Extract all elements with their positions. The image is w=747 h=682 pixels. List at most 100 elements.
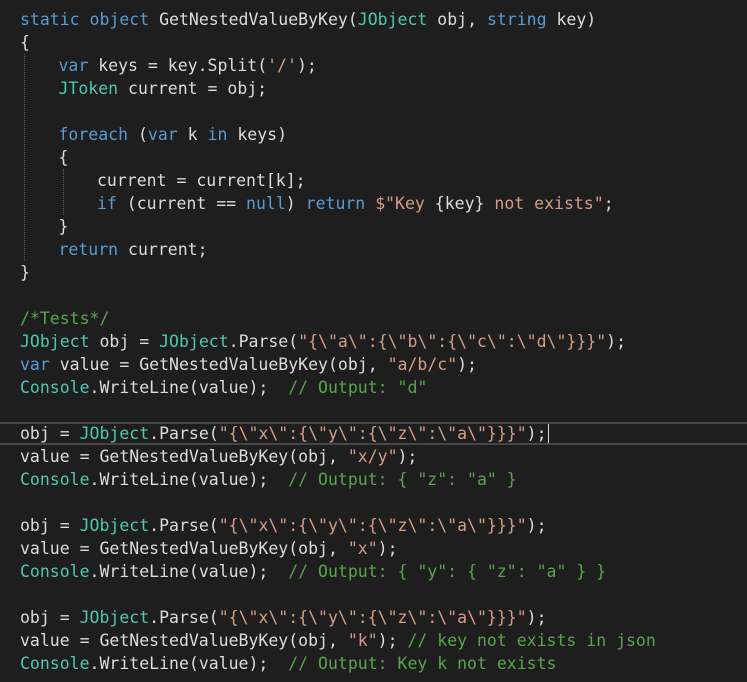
- code-line[interactable]: value = GetNestedValueByKey(obj, "x/y");: [0, 445, 747, 468]
- code-token: // Output: "d": [288, 378, 428, 397]
- code-token: .Parse(: [228, 332, 299, 351]
- code-token: {: [58, 148, 69, 167]
- code-token: obj =: [20, 424, 80, 443]
- code-token: ;: [603, 194, 614, 213]
- code-token: value = GetNestedValueByKey(obj,: [49, 355, 388, 374]
- code-line[interactable]: /*Tests*/: [0, 307, 747, 330]
- code-text: return current;: [59, 238, 208, 261]
- code-token: );: [526, 424, 547, 443]
- code-line[interactable]: Console.WriteLine(value); // Output: "d": [0, 376, 747, 399]
- code-line[interactable]: obj = JObject.Parse("{\"x\":{\"y\":{\"z\…: [0, 514, 747, 537]
- code-line[interactable]: Console.WriteLine(value); // Output: { "…: [0, 468, 747, 491]
- code-line[interactable]: JObject obj = JObject.Parse("{\"a\":{\"b…: [0, 330, 747, 353]
- code-line[interactable]: [0, 583, 747, 606]
- code-token: Console: [20, 654, 90, 673]
- code-token: }: [58, 217, 69, 236]
- code-line[interactable]: Console.WriteLine(value); // Output: Key…: [0, 652, 747, 675]
- code-line[interactable]: }: [0, 261, 747, 284]
- code-token: );: [606, 332, 627, 351]
- code-token: current;: [118, 240, 208, 259]
- code-token: in: [207, 125, 228, 144]
- code-token: static: [20, 10, 80, 29]
- code-token: "a/b/c": [387, 355, 458, 374]
- code-token: foreach: [58, 125, 129, 144]
- code-token: JToken: [58, 79, 119, 98]
- code-text: foreach (var k in keys): [59, 123, 288, 146]
- code-line[interactable]: }: [0, 215, 747, 238]
- code-text: obj = JObject.Parse("{\"x\":{\"y\":{\"z\…: [20, 606, 547, 629]
- code-line[interactable]: [0, 100, 747, 123]
- code-line[interactable]: if (current == null) return $"Key {key} …: [0, 192, 747, 215]
- code-text: Console.WriteLine(value); // Output: { "…: [20, 560, 606, 583]
- code-token: );: [526, 516, 547, 535]
- code-token: obj,: [427, 10, 487, 29]
- code-token: JObject: [79, 516, 150, 535]
- code-line[interactable]: foreach (var k in keys): [0, 123, 747, 146]
- code-line[interactable]: var value = GetNestedValueByKey(obj, "a/…: [0, 353, 747, 376]
- code-token: not exists": [484, 194, 604, 213]
- indent-guide: [24, 54, 25, 261]
- code-token: .WriteLine(value);: [89, 654, 289, 673]
- code-line[interactable]: {: [0, 146, 747, 169]
- code-token: value = GetNestedValueByKey(obj,: [20, 631, 348, 650]
- code-line[interactable]: value = GetNestedValueByKey(obj, "x");: [0, 537, 747, 560]
- code-token: "{\"x\":{\"y\":{\"z\":\"a\"}}}": [218, 608, 527, 627]
- code-text: value = GetNestedValueByKey(obj, "x");: [20, 537, 398, 560]
- code-token: (current ==: [116, 194, 247, 213]
- code-token: // Output: Key k not exists: [288, 654, 557, 673]
- code-text: obj = JObject.Parse("{\"x\":{\"y\":{\"z\…: [20, 424, 547, 443]
- code-token: );: [377, 539, 398, 558]
- code-token: k: [177, 125, 208, 144]
- code-token: JObject: [79, 608, 150, 627]
- code-line[interactable]: current = current[k];: [0, 169, 747, 192]
- code-text: Console.WriteLine(value); // Output: { "…: [20, 468, 517, 491]
- code-line[interactable]: var keys = key.Split('/');: [0, 54, 747, 77]
- code-token: keys = key.Split(: [88, 56, 268, 75]
- indent-guide: [62, 169, 64, 215]
- code-line[interactable]: value = GetNestedValueByKey(obj, "k"); /…: [0, 629, 747, 652]
- code-line[interactable]: [0, 284, 747, 307]
- code-token: obj =: [20, 608, 80, 627]
- code-token: if: [97, 194, 117, 213]
- code-token: string: [486, 10, 547, 29]
- code-token: {key}: [434, 194, 485, 213]
- code-line[interactable]: [0, 491, 747, 514]
- code-token: );: [526, 608, 547, 627]
- code-token: {: [20, 33, 30, 52]
- code-token: .Parse(: [149, 424, 219, 443]
- code-token: keys): [227, 125, 288, 144]
- code-text: JToken current = obj;: [59, 77, 268, 100]
- code-token: Console: [20, 562, 90, 581]
- code-line-current[interactable]: obj = JObject.Parse("{\"x\":{\"y\":{\"z\…: [0, 422, 747, 445]
- code-token: .Parse(: [149, 516, 219, 535]
- code-token: ): [285, 194, 306, 213]
- code-token: "x": [347, 539, 378, 558]
- code-token: JObject: [20, 332, 90, 351]
- code-text: current = current[k];: [97, 169, 306, 192]
- code-line[interactable]: {: [0, 31, 747, 54]
- code-text: JObject obj = JObject.Parse("{\"a\":{\"b…: [20, 330, 626, 353]
- code-text: /*Tests*/: [20, 307, 109, 330]
- code-line[interactable]: [0, 399, 747, 422]
- code-line[interactable]: obj = JObject.Parse("{\"x\":{\"y\":{\"z\…: [0, 606, 747, 629]
- code-text: if (current == null) return $"Key {key} …: [97, 192, 614, 215]
- code-token: current = obj;: [118, 79, 268, 98]
- code-token: JObject: [159, 332, 229, 351]
- code-token: .WriteLine(value);: [89, 378, 289, 397]
- code-token: Console: [20, 378, 90, 397]
- code-token: // key not exists in json: [407, 631, 656, 650]
- code-token: "{\"x\":{\"y\":{\"z\":\"a\"}}}": [218, 424, 527, 443]
- code-token: var: [147, 125, 178, 144]
- code-token: "{\"a\":{\"b\":{\"c\":\"d\"}}}": [298, 332, 607, 351]
- code-token: var: [20, 355, 50, 374]
- code-token: // Output: { "z": "a" }: [288, 470, 517, 489]
- code-token: obj =: [89, 332, 160, 351]
- code-token: );: [296, 56, 317, 75]
- code-token: .Parse(: [149, 608, 219, 627]
- code-line[interactable]: return current;: [0, 238, 747, 261]
- code-line[interactable]: JToken current = obj;: [0, 77, 747, 100]
- code-line[interactable]: static object GetNestedValueByKey(JObjec…: [0, 8, 747, 31]
- code-token: /*Tests*/: [20, 309, 110, 328]
- code-line[interactable]: Console.WriteLine(value); // Output: { "…: [0, 560, 747, 583]
- code-editor[interactable]: static object GetNestedValueByKey(JObjec…: [0, 0, 747, 682]
